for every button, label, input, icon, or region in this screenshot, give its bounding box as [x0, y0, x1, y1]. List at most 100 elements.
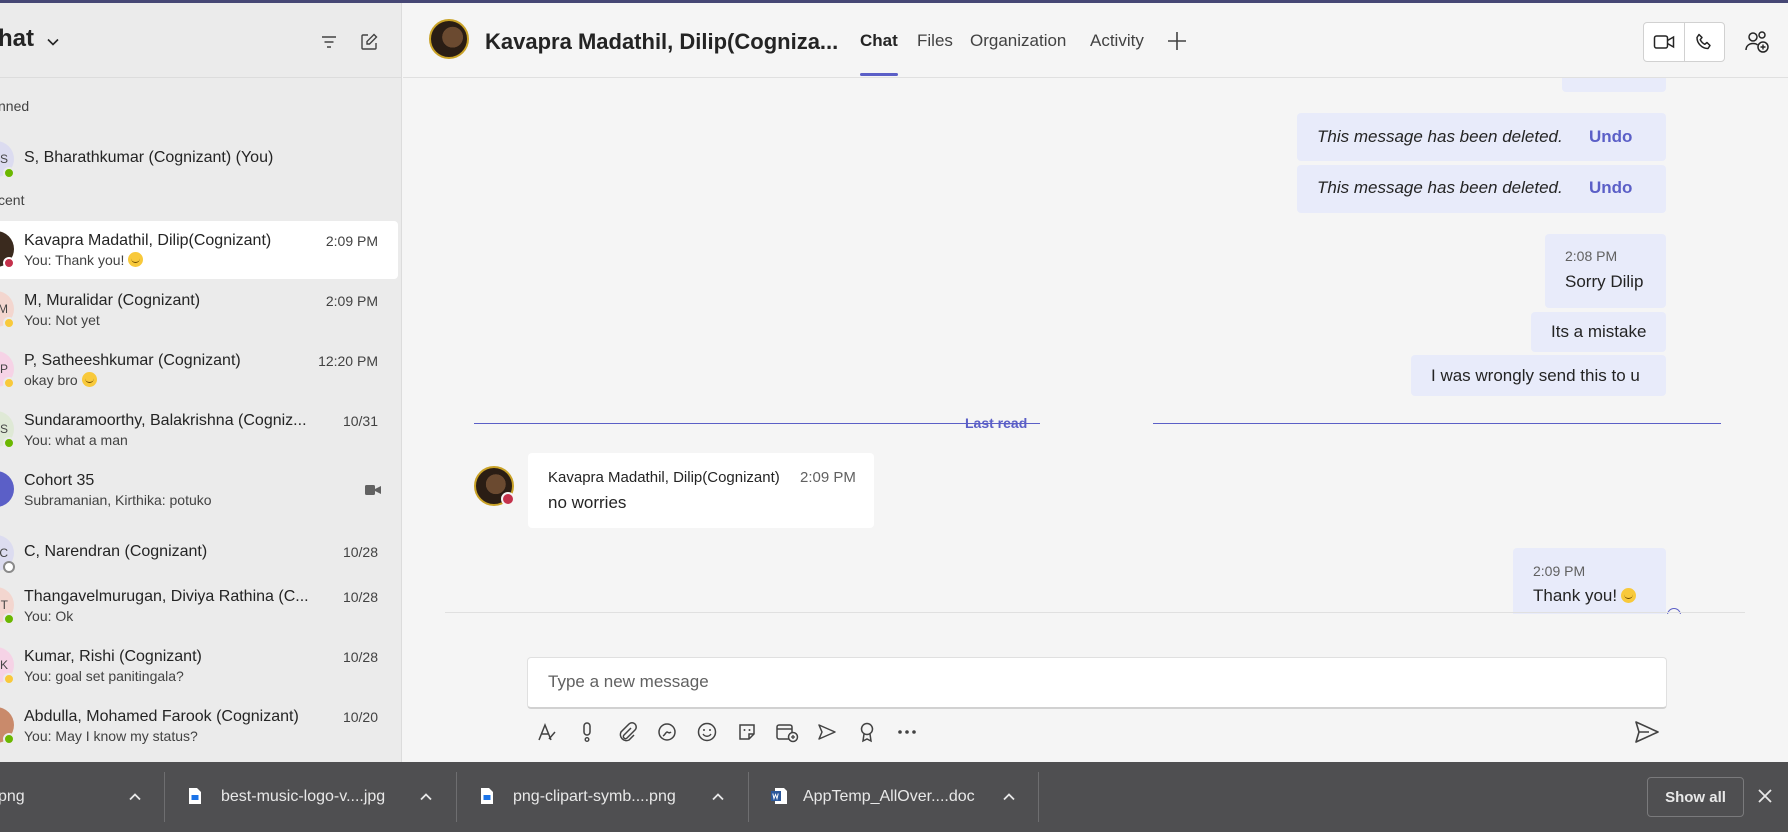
presence-status-icon — [3, 377, 15, 389]
chat-name: M, Muralidar (Cognizant) — [24, 292, 201, 309]
outgoing-message[interactable]: 2:08 PM Sorry Dilip — [1545, 234, 1666, 308]
last-read-label: Last read — [965, 415, 1028, 431]
chevron-down-icon[interactable] — [44, 33, 62, 51]
message-bubble-partial — [1562, 78, 1666, 92]
outgoing-message[interactable]: I was wrongly send this to u — [1411, 355, 1666, 396]
attach-icon[interactable] — [614, 719, 640, 745]
close-icon[interactable] — [1756, 787, 1774, 805]
emoji-icon[interactable] — [694, 719, 720, 745]
new-chat-icon[interactable] — [357, 30, 381, 54]
audio-call-button[interactable] — [1683, 23, 1724, 61]
loop-icon[interactable] — [654, 719, 680, 745]
chevron-up-icon[interactable] — [127, 789, 143, 805]
presence-status-icon — [3, 733, 15, 745]
sidebar-header: hat — [0, 3, 401, 78]
chat-list-item[interactable]: C C, Narendran (Cognizant) 10/28 — [0, 525, 398, 583]
chat-preview: You: Ok — [24, 608, 324, 624]
chat-preview-text: You: Not yet — [24, 312, 100, 328]
chat-preview: okay bro — [24, 372, 324, 388]
format-icon[interactable] — [534, 719, 560, 745]
compose-box — [527, 657, 1667, 709]
chat-preview: You: Not yet — [24, 312, 324, 328]
message-list[interactable]: This message has been deleted. Undo This… — [403, 78, 1788, 614]
outgoing-message[interactable]: 2:09 PM Thank you! — [1513, 548, 1666, 614]
deleted-message-text: This message has been deleted. — [1317, 127, 1563, 146]
filter-icon[interactable] — [317, 30, 341, 54]
chevron-up-icon[interactable] — [710, 789, 726, 805]
call-buttons — [1643, 22, 1725, 62]
download-separator — [456, 772, 457, 822]
chat-preview: You: what a man — [24, 432, 324, 448]
presence-status-icon — [3, 167, 15, 179]
chat-timestamp: 12:20 PM — [318, 353, 378, 369]
chat-preview: You: May I know my status? — [24, 728, 324, 744]
tab-chat[interactable]: Chat — [860, 31, 898, 51]
contact-avatar[interactable] — [429, 19, 469, 59]
undo-button[interactable]: Undo — [1589, 127, 1632, 147]
message-timestamp: 2:09 PM — [1533, 563, 1586, 579]
tab-organization[interactable]: Organization — [970, 31, 1066, 51]
messages-bottom-border — [445, 612, 1745, 613]
chat-list-item[interactable]: MM, Muralidar (Cognizant)You: Not yet2:0… — [0, 281, 398, 339]
chat-list-item[interactable]: Kavapra Madathil, Dilip(Cognizant) You: T… — [0, 221, 398, 279]
smile-emoji-icon — [81, 372, 97, 387]
contact-name[interactable]: Kavapra Madathil, Dilip(Cogniza... — [485, 29, 838, 55]
download-separator — [748, 772, 749, 822]
chevron-up-icon[interactable] — [418, 789, 434, 805]
sidebar-title[interactable]: hat — [0, 25, 34, 53]
video-camera-icon — [365, 485, 381, 495]
message-timestamp: 2:08 PM — [1565, 248, 1618, 264]
chat-timestamp: 2:09 PM — [325, 293, 378, 309]
chat-preview-text: Subramanian, Kirthika: potuko — [24, 492, 212, 508]
praise-icon[interactable] — [854, 719, 880, 745]
show-all-button[interactable]: Show all — [1647, 777, 1744, 817]
tab-activity[interactable]: Activity — [1090, 31, 1144, 51]
chat-timestamp: 10/28 — [342, 649, 378, 665]
tab-files[interactable]: Files — [917, 31, 953, 51]
recent-section-label[interactable]: cent — [0, 192, 24, 208]
chat-list-item[interactable]: S Sundaramoorthy, Balakrishna (Cogniz... Y… — [0, 401, 398, 459]
outgoing-message[interactable]: Its a mistake — [1531, 312, 1666, 352]
stream-icon[interactable] — [814, 719, 840, 745]
chat-preview-text: You: Ok — [24, 608, 74, 624]
undo-button[interactable]: Undo — [1589, 178, 1632, 198]
message-input[interactable] — [548, 658, 1648, 706]
message-text: Thank you! — [1533, 586, 1637, 606]
pinned-section-label[interactable]: nned — [0, 98, 29, 114]
important-icon[interactable] — [574, 719, 600, 745]
chat-timestamp: 10/20 — [342, 709, 378, 725]
chat-list-item[interactable]: Cohort 35 Subramanian, Kirthika: potuko — [0, 461, 398, 519]
chat-name: S, Bharathkumar (Cognizant) (You) — [24, 149, 274, 166]
chat-preview: You: Thank you! — [24, 252, 324, 268]
video-call-button[interactable] — [1644, 23, 1684, 61]
deleted-message: This message has been deleted. Undo — [1297, 165, 1666, 213]
sticker-icon[interactable] — [734, 719, 760, 745]
image-file-icon — [189, 788, 201, 804]
download-separator — [1038, 772, 1039, 822]
chat-sidebar: hat nned S S, Bharathkumar (Cognizant) (Y… — [0, 3, 402, 762]
presence-status-icon — [3, 437, 15, 449]
chat-list-item[interactable]: K Kumar, Rishi (Cognizant) You: goal set p… — [0, 637, 398, 695]
chat-preview-text: okay bro — [24, 372, 78, 388]
incoming-message[interactable]: Kavapra Madathil, Dilip(Cognizant) 2:09 … — [528, 453, 874, 528]
add-tab-icon[interactable] — [1165, 29, 1189, 53]
chat-list-item[interactable]: Abdulla, Mohamed Farook (Cognizant) You: … — [0, 697, 398, 755]
chat-timestamp: 10/28 — [342, 589, 378, 605]
chat-list-item[interactable]: T Thangavelmurugan, Diviya Rathina (C... Y… — [0, 577, 398, 635]
chevron-up-icon[interactable] — [1001, 789, 1017, 805]
schedule-meeting-icon[interactable] — [774, 719, 800, 745]
phone-icon — [1696, 33, 1712, 50]
chat-timestamp: 10/31 — [342, 413, 378, 429]
download-file-name: png-clipart-symb....png — [513, 788, 676, 805]
chat-list-item[interactable]: S S, Bharathkumar (Cognizant) (You) — [0, 131, 398, 189]
teams-window: hat nned S S, Bharathkumar (Cognizant) (Y… — [0, 0, 1788, 832]
add-people-icon[interactable] — [1743, 29, 1771, 55]
message-text: Sorry Dilip — [1565, 272, 1644, 291]
more-options-icon[interactable] — [894, 719, 920, 745]
image-file-icon — [481, 788, 493, 804]
send-icon[interactable] — [1633, 719, 1661, 745]
video-camera-icon — [1653, 35, 1675, 49]
chat-preview-text: You: May I know my status? — [24, 728, 198, 744]
chat-list-item[interactable]: P P, Satheeshkumar (Cognizant) okay bro 12:… — [0, 341, 398, 399]
download-file-name: png — [0, 788, 25, 805]
